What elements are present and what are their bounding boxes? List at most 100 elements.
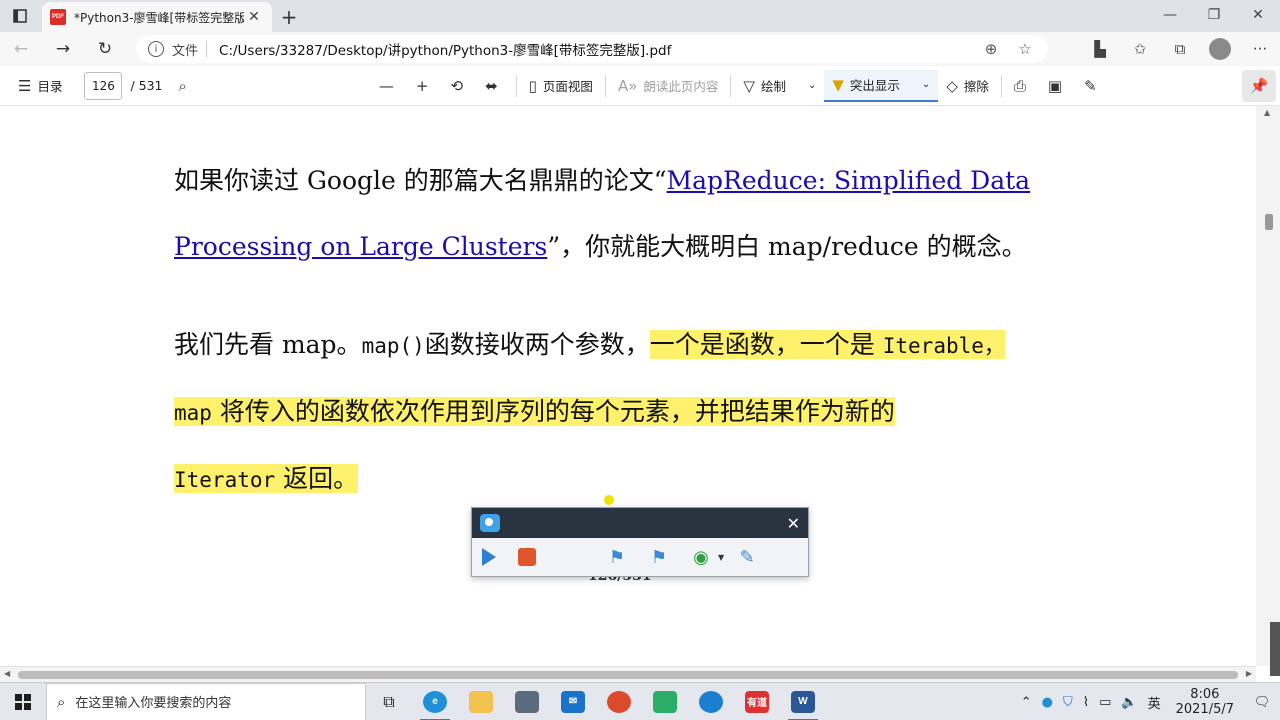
tab-actions-icon bbox=[13, 9, 27, 23]
highlighted-text: map 将传入的函数依次作用到序列的每个元素，并把结果作为新的 bbox=[174, 397, 895, 426]
shield-icon[interactable]: ⛉ bbox=[1058, 695, 1078, 710]
vertical-scroll-thumb[interactable] bbox=[1265, 214, 1273, 230]
toolbar-divider bbox=[730, 74, 732, 97]
ime-indicator[interactable]: 英 bbox=[1143, 693, 1166, 712]
zoom-in-button[interactable]: + bbox=[408, 66, 443, 106]
pin-toolbar-button[interactable]: 📌 bbox=[1242, 70, 1276, 102]
taskbar-youdao[interactable]: 有道 bbox=[734, 683, 780, 720]
printer-icon: ⎙ bbox=[1013, 76, 1026, 95]
task-view-button[interactable]: ⧉ bbox=[366, 683, 412, 720]
toc-button[interactable]: ☰ 目录 bbox=[0, 66, 70, 106]
browser-toolbar-right: ▙ ✩ ⧉ ··· bbox=[1080, 32, 1280, 66]
erase-button[interactable]: ◇ 擦除 bbox=[938, 66, 997, 106]
find-button[interactable]: ⌕ bbox=[171, 66, 201, 106]
paragraph-2-line-3: Iterator 返回。 bbox=[174, 462, 359, 497]
marker-tool-alt-icon[interactable]: ⚑ bbox=[648, 545, 670, 569]
forward-button[interactable]: → bbox=[42, 32, 84, 66]
tab-pdf[interactable]: PDF *Python3-廖雪峰[带标签完整版] ✕ bbox=[42, 2, 272, 32]
collections-icon[interactable]: ⧉ bbox=[1160, 40, 1200, 58]
text-run: 返回。 bbox=[275, 464, 359, 493]
print-button[interactable]: ⎙ bbox=[1006, 66, 1040, 106]
store-icon bbox=[515, 690, 539, 713]
vertical-scrollbar[interactable]: ▲ bbox=[1256, 106, 1280, 676]
tab-close-icon[interactable]: ✕ bbox=[244, 9, 264, 25]
page-navigator: 126 / 531 bbox=[70, 66, 170, 106]
page-number-input[interactable]: 126 bbox=[84, 71, 123, 100]
favorites-icon[interactable]: ✩ bbox=[1120, 40, 1160, 58]
code-run: Iterable， bbox=[882, 334, 1005, 358]
recorder-header[interactable]: ✕ bbox=[472, 508, 808, 538]
address-bar[interactable]: i 文件 C:/Users/33287/Desktop/讲python/Pyth… bbox=[136, 35, 1048, 63]
add-favorite-icon[interactable]: ☆ bbox=[1008, 40, 1042, 58]
taskbar-file-explorer[interactable] bbox=[458, 683, 504, 720]
horizontal-scroll-thumb[interactable] bbox=[18, 671, 1238, 679]
extension-icon[interactable]: ▙ bbox=[1080, 40, 1120, 58]
webcam-add-icon[interactable]: ◉ bbox=[690, 545, 712, 569]
start-button[interactable] bbox=[0, 683, 46, 720]
save-as-button[interactable]: ✎ bbox=[1076, 66, 1111, 106]
taskbar-app-pin[interactable] bbox=[596, 683, 642, 720]
chevron-down-icon[interactable]: ⌄ bbox=[922, 79, 930, 90]
rotate-button[interactable]: ⟲ bbox=[443, 66, 478, 106]
minimize-button[interactable]: — bbox=[1148, 0, 1192, 30]
folder-icon bbox=[469, 690, 493, 713]
search-icon: ⌕ bbox=[57, 692, 66, 711]
taskbar-word[interactable]: W bbox=[780, 683, 826, 720]
navigation-bar: ← → ↻ i 文件 C:/Users/33287/Desktop/讲pytho… bbox=[0, 32, 1280, 66]
wechat-icon bbox=[653, 690, 677, 713]
info-icon[interactable]: i bbox=[148, 41, 164, 57]
paragraph-2-line-2: map 将传入的函数依次作用到序列的每个元素，并把结果作为新的 bbox=[174, 395, 895, 430]
marker-tool-icon[interactable]: ⚑ bbox=[606, 545, 628, 569]
play-icon[interactable] bbox=[482, 548, 496, 566]
text-run: 如果你读过 Google 的那篇大名鼎鼎的论文“ bbox=[174, 166, 667, 195]
zoom-out-button[interactable]: — bbox=[371, 66, 408, 106]
new-tab-button[interactable]: + bbox=[272, 2, 306, 32]
taskbar-recorder[interactable] bbox=[688, 683, 734, 720]
fit-page-button[interactable]: ⬌ bbox=[477, 66, 512, 106]
save-button[interactable]: ▣ bbox=[1040, 66, 1076, 106]
more-menu-icon[interactable]: ··· bbox=[1240, 40, 1280, 58]
tray-app-icon[interactable]: ● bbox=[1037, 695, 1058, 710]
zoom-icon[interactable]: ⊕ bbox=[974, 40, 1008, 58]
highlighted-text: Iterator 返回。 bbox=[174, 464, 359, 493]
highlight-button[interactable]: ▼ 突出显示 ⌄ bbox=[824, 69, 939, 102]
clock[interactable]: 8:06 2021/5/7 bbox=[1166, 687, 1244, 717]
mapreduce-paper-link-continued[interactable]: Processing on Large Clusters bbox=[174, 232, 547, 261]
caret-down-icon[interactable]: ▼ bbox=[718, 553, 724, 562]
read-aloud-button[interactable]: A» 朗读此页内容 bbox=[610, 66, 726, 106]
draw-button[interactable]: ▽ 绘制 ⌄ bbox=[735, 66, 824, 106]
battery-icon[interactable]: ▭ bbox=[1094, 695, 1116, 710]
scroll-right-icon[interactable]: ▶ bbox=[1246, 669, 1252, 678]
windows-logo-icon bbox=[15, 693, 31, 710]
taskbar-wechat[interactable] bbox=[642, 683, 688, 720]
page-view-icon: ▯ bbox=[528, 76, 537, 95]
scroll-up-icon[interactable]: ▲ bbox=[1264, 108, 1270, 117]
taskbar-edge[interactable]: e bbox=[412, 683, 458, 720]
taskbar-store[interactable] bbox=[504, 683, 550, 720]
page-view-button[interactable]: ▯ 页面视图 bbox=[521, 66, 601, 106]
tray-overflow-icon[interactable]: ⌃ bbox=[1016, 695, 1037, 710]
chevron-down-icon[interactable]: ⌄ bbox=[808, 80, 816, 91]
tab-actions-button[interactable] bbox=[0, 0, 40, 32]
back-button[interactable]: ← bbox=[0, 32, 42, 66]
close-window-button[interactable]: ✕ bbox=[1236, 0, 1280, 30]
minus-icon: — bbox=[378, 76, 394, 95]
volume-icon[interactable]: 🔈 bbox=[1116, 695, 1142, 710]
mapreduce-paper-link[interactable]: MapReduce: Simplified Data bbox=[667, 166, 1031, 195]
recorder-close-icon[interactable]: ✕ bbox=[787, 514, 800, 533]
read-aloud-label: 朗读此页内容 bbox=[643, 79, 719, 94]
network-icon[interactable]: ⌇ bbox=[1078, 695, 1094, 710]
stop-icon[interactable] bbox=[518, 548, 536, 566]
pen-annotate-icon[interactable]: ✎ bbox=[736, 545, 758, 569]
restore-button[interactable]: ❐ bbox=[1192, 0, 1236, 30]
profile-avatar[interactable] bbox=[1200, 38, 1240, 60]
side-grip-handle[interactable] bbox=[1270, 622, 1280, 676]
taskbar-search-box[interactable]: ⌕ 在这里输入你要搜索的内容 bbox=[46, 682, 366, 720]
notification-center-icon[interactable]: 🗨 bbox=[1244, 695, 1280, 710]
taskbar-mail[interactable]: ✉ bbox=[550, 683, 596, 720]
scroll-left-icon[interactable]: ◀ bbox=[4, 669, 10, 678]
url-text[interactable]: C:/Users/33287/Desktop/讲python/Python3-廖… bbox=[219, 39, 671, 59]
code-run: map() bbox=[361, 334, 425, 358]
refresh-button[interactable]: ↻ bbox=[84, 32, 126, 66]
horizontal-scrollbar[interactable]: ◀ ▶ bbox=[0, 666, 1256, 682]
